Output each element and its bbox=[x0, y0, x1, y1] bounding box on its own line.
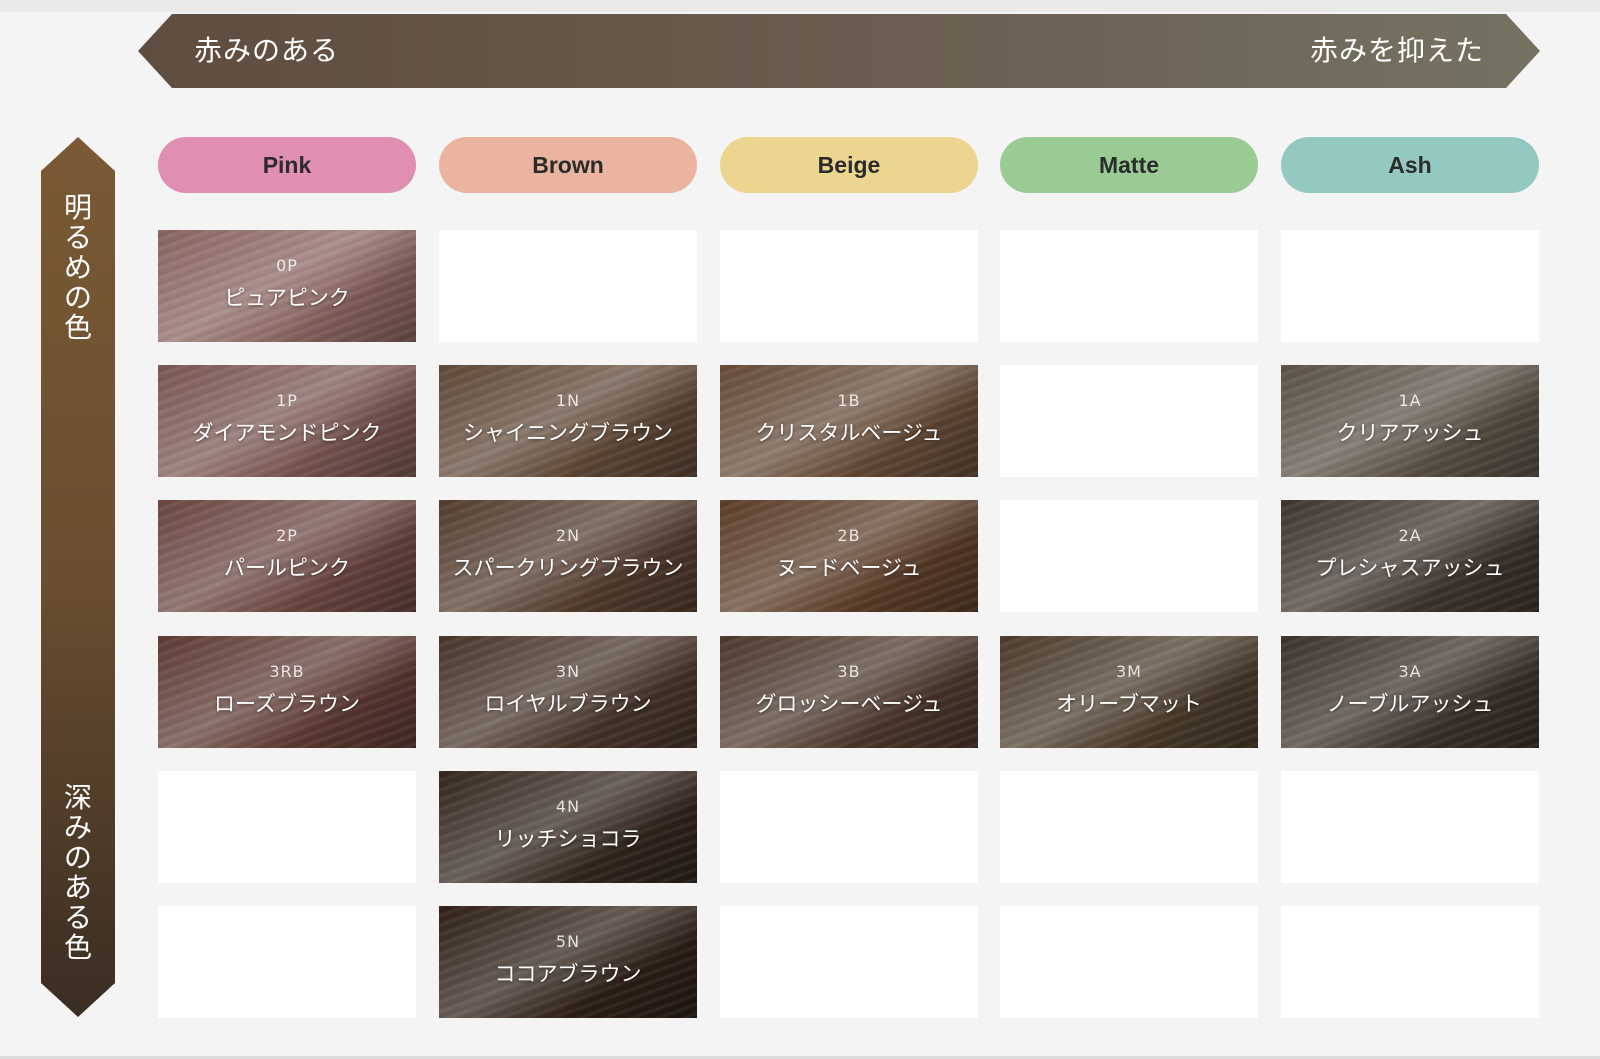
column-header-ash: Ash bbox=[1281, 137, 1539, 193]
empty-cell bbox=[1000, 365, 1258, 477]
depth-axis-top-label: 明るめの色 bbox=[63, 191, 92, 344]
empty-cell bbox=[720, 906, 978, 1018]
swatch-name: オリーブマット bbox=[1056, 692, 1202, 716]
swatch-name: グロッシーベージュ bbox=[755, 692, 943, 716]
swatch-code: 0P bbox=[276, 256, 298, 275]
color-swatch-1n[interactable]: 1N シャイニングブラウン bbox=[439, 365, 697, 477]
empty-cell bbox=[1281, 906, 1539, 1018]
empty-cell bbox=[1000, 230, 1258, 342]
empty-cell bbox=[1000, 500, 1258, 612]
color-swatch-3rb[interactable]: 3RB ローズブラウン bbox=[158, 636, 416, 748]
color-swatch-1a[interactable]: 1A クリアアッシュ bbox=[1281, 365, 1539, 477]
color-swatch-3b[interactable]: 3B グロッシーベージュ bbox=[720, 636, 978, 748]
swatch-code: 1P bbox=[276, 391, 298, 410]
color-swatch-1p[interactable]: 1P ダイアモンドピンク bbox=[158, 365, 416, 477]
color-swatch-5n[interactable]: 5N ココアブラウン bbox=[439, 906, 697, 1018]
swatch-code: 4N bbox=[555, 797, 581, 816]
empty-cell bbox=[1000, 906, 1258, 1018]
swatch-code: 1N bbox=[555, 391, 581, 410]
color-swatch-3m[interactable]: 3M オリーブマット bbox=[1000, 636, 1258, 748]
empty-cell bbox=[158, 906, 416, 1018]
depth-axis-bottom-label: 深みのある色 bbox=[63, 781, 92, 964]
column-header-matte: Matte bbox=[1000, 137, 1258, 193]
color-swatch-1b[interactable]: 1B クリスタルベージュ bbox=[720, 365, 978, 477]
swatch-name: ダイアモンドピンク bbox=[192, 421, 382, 445]
color-swatch-2b[interactable]: 2B ヌードベージュ bbox=[720, 500, 978, 612]
color-swatch-4n[interactable]: 4N リッチショコラ bbox=[439, 771, 697, 883]
column-header-brown: Brown bbox=[439, 137, 697, 193]
top-strip bbox=[0, 0, 1600, 12]
swatch-code: 5N bbox=[555, 932, 581, 951]
swatch-name: ココアブラウン bbox=[494, 962, 642, 986]
swatch-code: 2P bbox=[276, 526, 298, 545]
color-swatch-3a[interactable]: 3A ノーブルアッシュ bbox=[1281, 636, 1539, 748]
swatch-code: 3A bbox=[1398, 662, 1422, 681]
empty-cell bbox=[439, 230, 697, 342]
color-swatch-2a[interactable]: 2A プレシャスアッシュ bbox=[1281, 500, 1539, 612]
swatch-name: リッチショコラ bbox=[494, 827, 642, 851]
redness-axis-arrow: 赤みのある 赤みを抑えた bbox=[138, 14, 1540, 88]
swatch-name: ローズブラウン bbox=[214, 692, 360, 716]
color-swatch-0p[interactable]: 0P ピュアピンク bbox=[158, 230, 416, 342]
swatch-name: クリスタルベージュ bbox=[755, 421, 943, 445]
swatch-code: 2N bbox=[555, 526, 581, 545]
swatch-code: 2A bbox=[1398, 526, 1422, 545]
color-swatch-2n[interactable]: 2N スパークリングブラウン bbox=[439, 500, 697, 612]
color-swatch-3n[interactable]: 3N ロイヤルブラウン bbox=[439, 636, 697, 748]
empty-cell bbox=[1281, 771, 1539, 883]
column-header-beige: Beige bbox=[720, 137, 978, 193]
swatch-name: ノーブルアッシュ bbox=[1326, 692, 1494, 716]
swatch-name: パールピンク bbox=[224, 556, 350, 580]
swatch-code: 3M bbox=[1116, 662, 1142, 681]
swatch-name: クリアアッシュ bbox=[1336, 421, 1484, 445]
empty-cell bbox=[1281, 230, 1539, 342]
swatch-name: スパークリングブラウン bbox=[452, 556, 684, 580]
swatch-name: シャイニングブラウン bbox=[463, 421, 673, 445]
redness-axis-right-label: 赤みを抑えた bbox=[1309, 34, 1484, 67]
empty-cell bbox=[720, 771, 978, 883]
empty-cell bbox=[158, 771, 416, 883]
empty-cell bbox=[720, 230, 978, 342]
depth-axis-arrow: 明るめの色 深みのある色 bbox=[41, 137, 115, 1017]
swatch-code: 3N bbox=[555, 662, 581, 681]
swatch-name: プレシャスアッシュ bbox=[1315, 556, 1505, 580]
swatch-name: ロイヤルブラウン bbox=[484, 692, 652, 716]
swatch-code: 2B bbox=[837, 526, 861, 545]
empty-cell bbox=[1000, 771, 1258, 883]
swatch-code: 3B bbox=[837, 662, 861, 681]
color-swatch-2p[interactable]: 2P パールピンク bbox=[158, 500, 416, 612]
swatch-name: ピュアピンク bbox=[224, 286, 350, 310]
column-header-pink: Pink bbox=[158, 137, 416, 193]
redness-axis-left-label: 赤みのある bbox=[194, 34, 340, 67]
swatch-code: 1B bbox=[837, 391, 861, 410]
swatch-name: ヌードベージュ bbox=[776, 556, 922, 580]
swatch-code: 1A bbox=[1398, 391, 1422, 410]
swatch-code: 3RB bbox=[269, 662, 305, 681]
